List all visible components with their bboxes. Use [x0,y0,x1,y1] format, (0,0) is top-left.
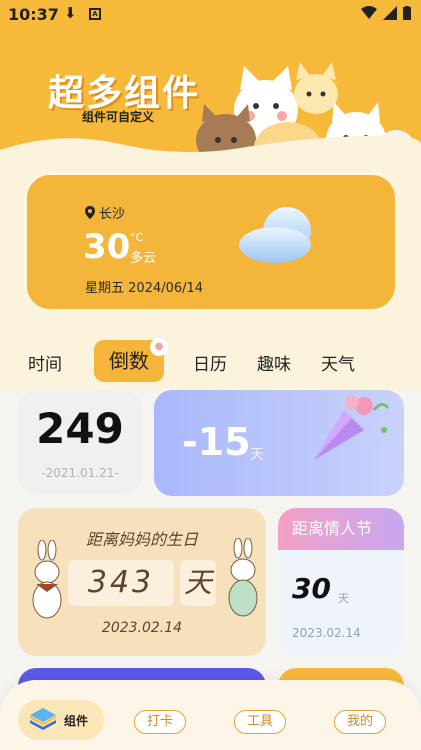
banner-subtitle: 组件可自定义 [82,110,155,124]
status-time: 10:37 [8,5,59,24]
battery-icon [403,6,411,20]
nav-tools[interactable]: 工具 [234,710,286,734]
mom-birthday-unit: 天 [180,560,216,606]
rabbit-left-icon [32,540,62,619]
countdown-date: -2021.01.21- [41,466,119,480]
valentine-value: 30 [292,572,331,605]
sim-icon: A [89,8,101,20]
download-icon: ⬇ [64,4,77,22]
nav-checkin[interactable]: 打卡 [134,710,186,734]
party-popper-icon [314,395,390,460]
tab-weather[interactable]: 天气 [321,350,355,375]
wifi-icon [361,6,377,19]
valentine-date: 2023.02.14 [292,626,361,640]
status-bar: 10:37 ⬇ A [0,0,421,30]
paw-icon: ● [150,338,168,356]
countdown-unit: 天 [250,447,264,463]
valentine-title: 距离情人节 [278,508,404,550]
tab-time[interactable]: 时间 [28,350,62,375]
nav-widgets-label: 组件 [64,714,89,728]
category-tabs: 时间 倒数 ● 日历 趣味 天气 [0,330,421,390]
countdown-value: 249 [36,404,124,453]
nav-mine[interactable]: 我的 [334,710,386,734]
tab-fun[interactable]: 趣味 [257,350,291,375]
signal-icon [383,6,397,20]
tab-countdown[interactable]: 倒数 ● [94,338,168,382]
bottom-nav: 组件 打卡 工具 我的 [0,680,421,750]
weather-widget[interactable]: 长沙 30 °C 多云 星期五 2024/06/14 [24,172,398,312]
tab-calendar[interactable]: 日历 [193,350,227,375]
mom-birthday-widget[interactable]: 距离妈妈的生日 343 天 2023.02.14 [18,508,266,656]
countdown-value: -15 [182,420,251,464]
mom-birthday-days: 343 [68,560,174,606]
weather-date: 星期五 2024/06/14 [85,281,204,296]
layers-icon [29,708,57,730]
location-pin-icon [85,206,95,219]
valentine-unit: 天 [338,592,349,605]
weather-condition: 多云 [130,251,157,266]
cloud-icon [239,207,311,263]
rabbit-right-icon [228,538,258,617]
weather-unit: °C [130,231,144,244]
mom-birthday-date: 2023.02.14 [101,620,183,636]
weather-temperature: 30 [83,227,131,267]
valentine-widget[interactable]: 距离情人节 30 天 2023.02.14 [278,508,404,656]
nav-widgets[interactable]: 组件 [18,700,104,740]
countdown-widget-2[interactable]: -15 天 [154,390,404,496]
weather-location: 长沙 [99,207,126,222]
countdown-widget-1[interactable]: 249 -2021.01.21- [18,390,142,494]
widget-list: 249 -2021.01.21- -15 天 距离妈妈的生日 343 天 202… [0,390,421,690]
